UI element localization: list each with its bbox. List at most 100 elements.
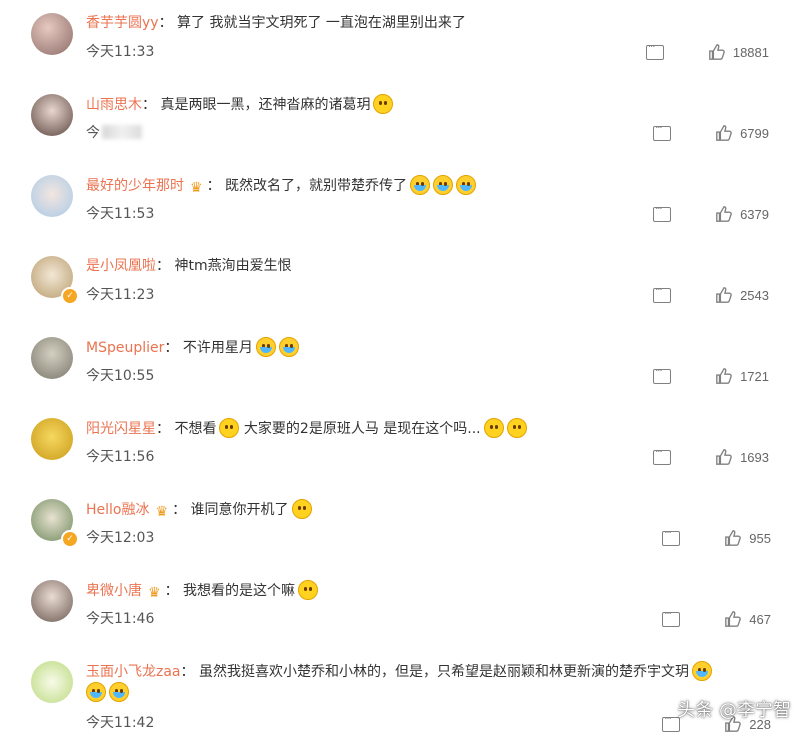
cry-emoji-icon — [433, 175, 454, 195]
comment-item: 香芋芋圆yy： 算了 我就当宇文玥死了 一直泡在湖里别出来了 今天11:33 1… — [0, 0, 809, 81]
username-link[interactable]: 卑微小唐 — [86, 583, 142, 599]
cry-emoji-icon — [410, 175, 431, 195]
comment-line: 卑微小唐 ♛： 我想看的是这个嘛 — [86, 580, 769, 603]
like-button[interactable]: 2543 — [715, 286, 769, 304]
timestamp: 今天11:53 — [86, 206, 155, 222]
like-button[interactable]: 1693 — [715, 448, 769, 466]
avatar[interactable] — [31, 175, 73, 217]
avatar[interactable] — [31, 94, 73, 136]
like-count: 6799 — [740, 125, 769, 141]
separator: ： — [158, 15, 173, 31]
thumbs-up-icon — [716, 449, 732, 465]
reply-icon[interactable] — [645, 42, 664, 60]
like-button[interactable]: 6799 — [715, 124, 769, 142]
comment-text: 谁同意你开机了 — [190, 502, 289, 518]
separator: ： — [172, 502, 187, 518]
separator: ： — [142, 97, 156, 113]
like-count: 6379 — [740, 206, 769, 222]
crown-icon: ♛ — [190, 180, 203, 196]
thumbs-up-icon — [716, 287, 732, 303]
separator: ： — [164, 583, 179, 599]
avatar[interactable] — [31, 580, 73, 622]
thumbs-up-icon — [725, 530, 742, 546]
cry-emoji-icon — [109, 682, 129, 702]
timestamp: 今天11:56 — [86, 449, 155, 465]
like-button[interactable]: 6379 — [715, 205, 769, 223]
like-count: 467 — [749, 611, 771, 627]
like-count: 1721 — [740, 368, 769, 384]
comment-line: 玉面小飞龙zaa： 虽然我挺喜欢小楚乔和小林的，但是，只希望是赵丽颖和林更新演的… — [86, 661, 769, 682]
comment-text: 我想看的是这个嘛 — [183, 583, 296, 599]
like-button[interactable]: 18881 — [708, 43, 769, 61]
comment-item: ✓ 是小凤凰啦： 神tm燕洵由爱生恨 今天11:23 2543 — [0, 243, 809, 324]
comment-text: 神tm燕洵由爱生恨 — [174, 258, 292, 274]
like-button[interactable]: 1721 — [715, 367, 769, 385]
comment-line: 山雨思木： 真是两眼一黑，还神沓麻的诸葛玥 — [86, 94, 769, 115]
separator: ： — [156, 258, 170, 274]
like-count: 18881 — [732, 44, 769, 60]
reply-icon[interactable] — [653, 204, 672, 222]
thumbs-up-icon — [716, 206, 732, 222]
like-button[interactable]: 955 — [724, 529, 771, 547]
comment-text: 既然改名了，就别带楚乔传了 — [225, 178, 408, 194]
username-link[interactable]: MSpeuplier — [86, 340, 164, 356]
reply-icon[interactable] — [662, 609, 681, 627]
comment-text: 算了 我就当宇文玥死了 一直泡在湖里别出来了 — [177, 15, 466, 31]
comment-actions: 955 — [662, 528, 771, 548]
username-link[interactable]: 阳光闪星星 — [86, 421, 156, 437]
comment-item: ✓ Hello融冰 ♛： 谁同意你开机了 今天12:03 955 — [0, 486, 809, 567]
username-link[interactable]: 香芋芋圆yy — [86, 15, 159, 31]
crown-icon: ♛ — [148, 585, 161, 601]
username-link[interactable]: 最好的少年那时 — [86, 178, 184, 194]
comment-item: 阳光闪星星： 不想看 大家要的2是原班人马 是现在这个吗... 今天11:56 … — [0, 405, 809, 486]
timestamp-text: 今 — [86, 125, 100, 141]
avatar[interactable] — [31, 661, 73, 703]
comment-item: 山雨思木： 真是两眼一黑，还神沓麻的诸葛玥 今 6799 — [0, 81, 809, 162]
like-button[interactable]: 467 — [724, 610, 771, 628]
comment-item: 玉面小飞龙zaa： 虽然我挺喜欢小楚乔和小林的，但是，只希望是赵丽颖和林更新演的… — [0, 648, 809, 738]
like-count: 955 — [749, 530, 771, 546]
avatar[interactable] — [31, 418, 73, 460]
cry-emoji-icon — [691, 661, 712, 681]
comment-actions: 18881 — [645, 42, 769, 62]
comment-line-2 — [86, 682, 129, 702]
thumbs-up-icon — [708, 44, 725, 60]
comment-actions: 467 — [662, 609, 771, 629]
avatar[interactable] — [31, 13, 73, 55]
comment-line: 阳光闪星星： 不想看 大家要的2是原班人马 是现在这个吗... — [86, 418, 769, 439]
doge-emoji-icon — [298, 580, 319, 600]
comment-item: 最好的少年那时 ♛： 既然改名了，就别带楚乔传了 今天11:53 6379 — [0, 162, 809, 243]
thumbs-up-icon — [716, 368, 732, 384]
username-link[interactable]: 是小凤凰啦 — [86, 258, 156, 274]
smile-emoji-icon — [373, 94, 394, 114]
timestamp: 今 — [86, 122, 142, 142]
comment-actions: 2543 — [653, 285, 769, 305]
comment-actions: 1721 — [653, 366, 769, 386]
timestamp: 今天11:33 — [86, 44, 155, 60]
reply-icon[interactable] — [653, 123, 672, 141]
comment-actions: 6379 — [653, 204, 769, 224]
reply-icon[interactable] — [653, 285, 672, 303]
comment-line: 香芋芋圆yy： 算了 我就当宇文玥死了 一直泡在湖里别出来了 — [86, 13, 769, 33]
cry-emoji-icon — [278, 337, 299, 357]
comment-text: 大家要的2是原班人马 是现在这个吗... — [243, 421, 481, 437]
username-link[interactable]: 玉面小飞龙zaa — [86, 664, 181, 680]
verified-badge-icon: ✓ — [61, 287, 79, 305]
crown-icon: ♛ — [155, 504, 169, 520]
reply-icon[interactable] — [653, 447, 672, 465]
reply-icon[interactable] — [662, 528, 681, 546]
username-link[interactable]: Hello融冰 — [86, 502, 150, 518]
reply-icon[interactable] — [653, 366, 672, 384]
thumbs-up-icon — [716, 125, 732, 141]
username-link[interactable]: 山雨思木 — [86, 97, 142, 113]
timestamp: 今天12:03 — [86, 530, 155, 546]
comment-line: Hello融冰 ♛： 谁同意你开机了 — [86, 499, 769, 522]
cry-emoji-icon — [456, 175, 477, 195]
watermark: 头条 @李宁智 — [677, 700, 791, 721]
smile-emoji-icon — [291, 499, 312, 519]
comment-item: MSpeuplier： 不许用星月 今天10:55 1721 — [0, 324, 809, 405]
timestamp: 今天10:55 — [86, 368, 155, 384]
avatar[interactable] — [31, 337, 73, 379]
separator: ： — [206, 178, 221, 194]
comment-line: 是小凤凰啦： 神tm燕洵由爱生恨 — [86, 256, 769, 276]
